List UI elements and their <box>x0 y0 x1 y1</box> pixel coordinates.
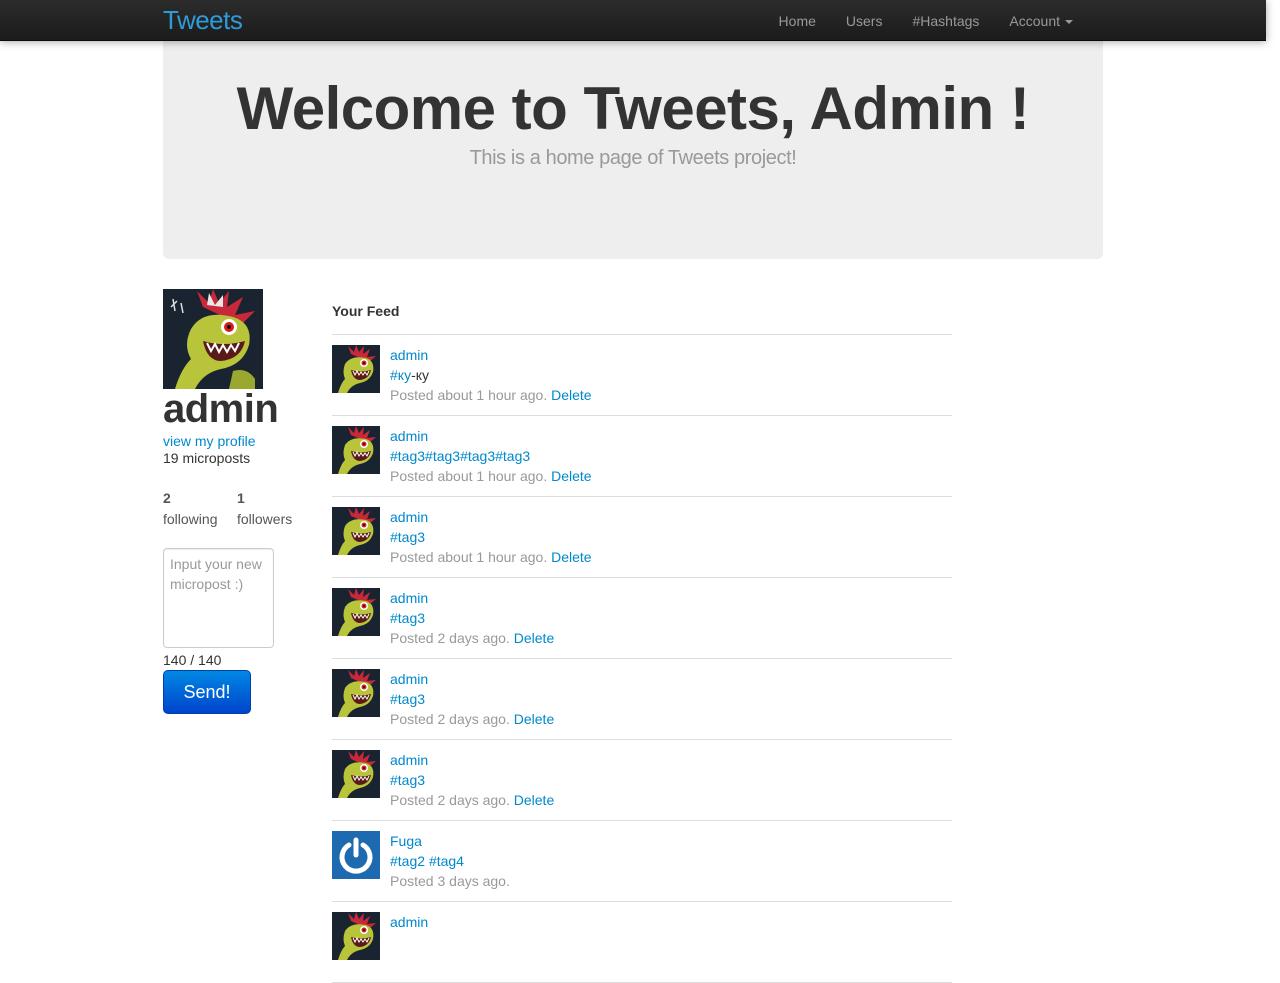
user-name: admin <box>163 387 279 431</box>
feed-item: admin #tag3 Posted 2 days ago. Delete <box>332 659 952 740</box>
feed-item-content: #tag3#tag3#tag3#tag3 <box>390 446 592 466</box>
user-avatar[interactable] <box>163 289 263 389</box>
delete-link[interactable]: Delete <box>514 630 554 646</box>
hashtag-link[interactable]: #ку <box>390 367 411 383</box>
user-avatar[interactable] <box>332 750 380 798</box>
hashtag-link[interactable]: #tag3#tag3#tag3#tag3 <box>390 448 530 464</box>
nav-hashtags[interactable]: #Hashtags <box>897 1 994 41</box>
feed-item-user[interactable]: admin <box>390 507 592 527</box>
nav-users[interactable]: Users <box>831 1 898 41</box>
feed-item: admin #tag3 Posted 2 days ago. Delete <box>332 740 952 821</box>
user-avatar[interactable] <box>332 669 380 717</box>
feed-item: admin #tag3 Posted 2 days ago. Delete <box>332 578 952 659</box>
delete-link[interactable]: Delete <box>551 468 591 484</box>
hashtag-link[interactable]: #tag3 <box>390 691 425 707</box>
feed-item-content: #tag3 <box>390 608 554 628</box>
hashtag-link[interactable]: #tag4 <box>429 853 464 869</box>
feed: Your Feed admin #ку-ку Posted about 1 hour… <box>332 300 952 983</box>
feed-item-body: admin #tag3 Posted 2 days ago. Delete <box>390 750 554 810</box>
followers-label: followers <box>237 511 293 527</box>
feed-item-meta: Posted 2 days ago. Delete <box>390 628 554 648</box>
feed-item-user[interactable]: admin <box>390 345 592 365</box>
micropost-input[interactable] <box>163 548 274 648</box>
following-count: 2 <box>163 490 171 506</box>
nav-account-label: Account <box>1009 12 1060 29</box>
hero-title: Welcome to Tweets, Admin ! <box>236 75 1030 142</box>
feed-item-user[interactable]: admin <box>390 588 554 608</box>
char-counter: 140 / 140 <box>163 652 222 668</box>
post-timestamp: Posted 2 days ago. <box>390 630 510 646</box>
delete-link[interactable]: Delete <box>551 549 591 565</box>
feed-item-body: Fuga #tag2 #tag4 Posted 3 days ago. <box>390 831 510 891</box>
micropost-count: 19 microposts <box>163 450 251 466</box>
hero-subtitle: This is a home page of Tweets project! <box>469 147 797 169</box>
feed-item-body: admin #tag3 Posted 2 days ago. Delete <box>390 588 554 648</box>
view-profile-link[interactable]: view my profile <box>163 432 256 450</box>
user-avatar[interactable] <box>332 426 380 474</box>
nav-menu: Home Users #Hashtags Account <box>764 0 1088 41</box>
caret-down-icon <box>1065 19 1073 24</box>
post-timestamp: Posted about 1 hour ago. <box>390 387 548 403</box>
feed-item-meta: Posted 2 days ago. Delete <box>390 709 554 729</box>
hashtag-link[interactable]: #tag3 <box>390 529 425 545</box>
post-timestamp: Posted 2 days ago. <box>390 711 510 727</box>
post-text: -ку <box>411 367 430 383</box>
feed-item-body: admin #tag3#tag3#tag3#tag3 Posted about 1 … <box>390 426 592 486</box>
feed-item: admin <box>332 902 952 983</box>
feed-item-body: admin <box>390 912 428 932</box>
feed-item-user[interactable]: admin <box>390 426 592 446</box>
feed-item-content: #tag2 #tag4 <box>390 851 510 871</box>
gravatar-avatar[interactable] <box>332 831 380 879</box>
hashtag-link[interactable]: #tag2 <box>390 853 425 869</box>
delete-link[interactable]: Delete <box>514 711 554 727</box>
send-button[interactable]: Send! <box>163 670 251 714</box>
followers-count: 1 <box>237 490 245 506</box>
feed-item: admin #ку-ку Posted about 1 hour ago. Dele… <box>332 335 952 416</box>
delete-link[interactable]: Delete <box>514 792 554 808</box>
top-navbar: Tweets Home Users #Hashtags Account <box>0 0 1266 41</box>
feed-item-user[interactable]: admin <box>390 912 428 932</box>
feed-item-user[interactable]: admin <box>390 750 554 770</box>
post-timestamp: Posted 3 days ago. <box>390 873 510 889</box>
post-timestamp: Posted about 1 hour ago. <box>390 549 548 565</box>
nav-account-dropdown[interactable]: Account <box>994 1 1088 41</box>
followers-stat[interactable]: 1 followers <box>237 490 292 528</box>
feed-item-meta: Posted 2 days ago. Delete <box>390 790 554 810</box>
post-timestamp: Posted 2 days ago. <box>390 792 510 808</box>
hashtag-link[interactable]: #tag3 <box>390 610 425 626</box>
feed-item-meta: Posted about 1 hour ago. Delete <box>390 466 592 486</box>
feed-item-user[interactable]: admin <box>390 669 554 689</box>
feed-item-content: #tag3 <box>390 527 592 547</box>
feed-item: Fuga #tag2 #tag4 Posted 3 days ago. <box>332 821 952 902</box>
user-avatar[interactable] <box>332 912 380 960</box>
user-avatar[interactable] <box>332 588 380 636</box>
user-avatar[interactable] <box>332 345 380 393</box>
hashtag-link[interactable]: #tag3 <box>390 772 425 788</box>
feed-item-body: admin #ку-ку Posted about 1 hour ago. Dele… <box>390 345 592 405</box>
post-timestamp: Posted about 1 hour ago. <box>390 468 548 484</box>
feed-item-content: #tag3 <box>390 770 554 790</box>
feed-item-content: #ку-ку <box>390 365 592 385</box>
hero-unit: Welcome to Tweets, Admin ! This is a hom… <box>163 30 1103 259</box>
user-avatar[interactable] <box>332 507 380 555</box>
feed-title: Your Feed <box>332 300 952 335</box>
following-label: following <box>163 511 218 527</box>
feed-item-content: #tag3 <box>390 689 554 709</box>
feed-item-body: admin #tag3 Posted 2 days ago. Delete <box>390 669 554 729</box>
brand-logo[interactable]: Tweets <box>163 3 243 37</box>
feed-item-meta: Posted about 1 hour ago. Delete <box>390 385 592 405</box>
feed-list: admin #ку-ку Posted about 1 hour ago. Dele… <box>332 335 952 983</box>
feed-item: admin #tag3 Posted about 1 hour ago. Delet… <box>332 497 952 578</box>
feed-item-body: admin #tag3 Posted about 1 hour ago. Delet… <box>390 507 592 567</box>
delete-link[interactable]: Delete <box>551 387 591 403</box>
feed-item-user[interactable]: Fuga <box>390 831 510 851</box>
user-sidebar: admin view my profile 19 microposts 2 fo… <box>163 289 313 714</box>
feed-item-meta: Posted about 1 hour ago. Delete <box>390 547 592 567</box>
feed-item: admin #tag3#tag3#tag3#tag3 Posted about 1 … <box>332 416 952 497</box>
feed-item-meta: Posted 3 days ago. <box>390 871 510 891</box>
nav-home[interactable]: Home <box>764 1 831 41</box>
following-stat[interactable]: 2 following <box>163 490 217 528</box>
